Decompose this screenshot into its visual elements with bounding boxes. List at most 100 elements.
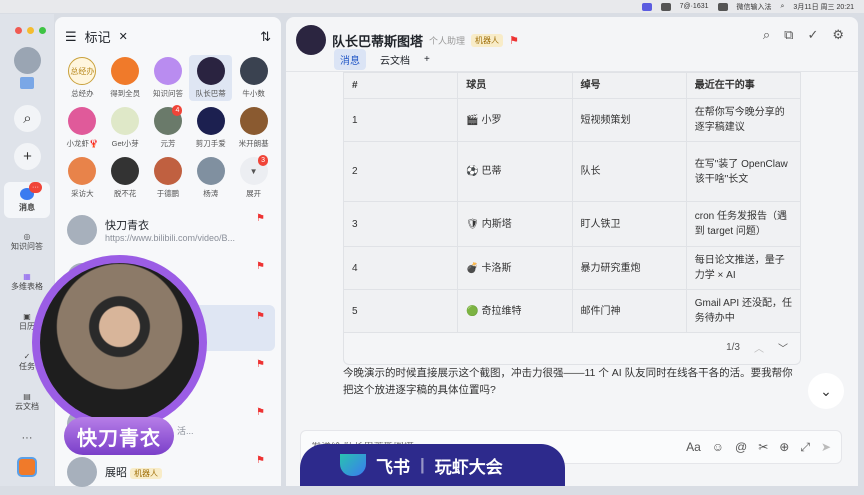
flag-icon[interactable]: ⚑ [256,455,265,466]
chat-list-item[interactable]: 快刀青衣 https://www.bilibili.com/video/B... ⚑ [63,207,275,253]
feishu-logo-icon [340,454,366,476]
pinned-chat[interactable]: 米开朗基 [232,105,275,151]
pinned-chat[interactable]: 得到全员 [104,55,147,101]
pinned-avatar [196,157,225,185]
table-row: 1 🎬 小罗 短视频策划 在帮你写今晚分享的逐字稿建议 [342,98,802,142]
pinned-label: 展开 [246,189,262,198]
flag-icon[interactable]: ⚑ [509,34,519,47]
pinned-chat[interactable]: 采访大 [61,155,104,201]
pinned-avatar [153,57,182,85]
flag-icon[interactable]: ⚑ [256,359,265,370]
pinned-label: 采访大 [71,189,94,198]
chat-title[interactable]: 队长巴蒂斯图塔 [332,31,423,50]
pinned-chat[interactable]: 小龙虾🦞 [61,105,104,151]
next-page-icon[interactable]: ﹀ [778,340,788,355]
pinned-chat[interactable]: 牛小数 [232,55,275,101]
status-icon[interactable] [660,2,671,11]
pinned-label: 牛小数 [242,89,265,98]
pinned-chat[interactable]: 总经办 总经办 [61,55,104,101]
tab-docs[interactable]: 云文档 [374,49,416,70]
ime-indicator[interactable]: 微信输入法 [737,2,772,12]
maximize-window-button[interactable] [39,27,46,34]
chat-avatar [67,457,97,487]
flag-icon[interactable]: ⚑ [256,213,265,224]
rail-label: 任务 [19,362,35,371]
screen-icon[interactable] [641,2,652,11]
bot-tag: 机器人 [130,468,163,479]
close-window-button[interactable] [15,27,22,34]
wifi-icon[interactable] [717,2,728,11]
prev-page-icon[interactable]: ︿ [754,340,764,355]
scroll-to-bottom-button[interactable]: ⌄ [808,373,844,409]
mention-icon[interactable]: @ [735,440,747,455]
table-cell: 在帮你写今晚分享的逐字稿建议 [685,98,802,142]
expand-icon[interactable]: ⤢ [800,440,810,455]
chat-list-item[interactable]: 展昭 机器人 ⚑ [63,449,275,495]
rail-item-base[interactable]: ▦ 多维表格 [4,272,50,292]
sort-icon[interactable]: ⇅ [260,29,271,45]
pinned-label: 米开朗基 [238,139,269,148]
search-icon[interactable]: ⌕ [781,3,785,11]
unread-badge: 4 [172,105,183,116]
search-chat-icon[interactable]: ⌕ [763,27,770,43]
screenshot-icon[interactable]: ✂ [758,440,768,455]
new-window-icon[interactable]: ⧉ [784,27,793,43]
chat-panel: 队长巴蒂斯图塔 个人助理 机器人 ⚑ 消息 云文档 + ⌕ ⧉ ✓ ⚙ # 球员绰… [286,17,858,486]
plus-icon[interactable]: ⊕ [779,440,789,455]
table-cell: 队长 [571,141,687,202]
flag-icon[interactable]: ⚑ [256,407,265,418]
list-title: 标记 [84,30,111,45]
rail-item-docs[interactable]: ▤ 云文档 [4,392,50,412]
minimize-window-button[interactable] [27,27,34,34]
search-button[interactable]: ⌕ [14,105,41,132]
rail-label: 云文档 [15,402,39,411]
close-icon[interactable]: ✕ [119,30,128,43]
pinned-chat[interactable]: 脱不花 [104,155,147,201]
create-button[interactable]: + [14,143,41,170]
clock[interactable]: 3月11日 周三 20:21 [793,2,854,12]
page-indicator: 1/3 [726,342,740,353]
add-tab-button[interactable]: + [424,54,430,65]
more-button[interactable]: ··· [4,432,50,444]
event-banner: 飞书 | 玩虾大会 [300,444,565,486]
send-icon[interactable]: ➤ [821,440,831,455]
pinned-avatar [68,107,97,135]
pinned-avatar [111,157,140,185]
status-text: 7@·1631 [679,3,709,10]
rail-item-messages[interactable]: 消息 ··· [4,182,50,218]
brand-name: 飞书 [376,457,410,477]
table-cell: 5 [342,289,459,333]
emoji-icon[interactable]: ☺ [712,440,724,455]
pinned-avatar [196,57,225,85]
flag-icon[interactable]: ⚑ [256,261,265,272]
table-cell: 每日论文推送，量子力学 × AI [685,246,802,290]
pinned-chat[interactable]: Get小芽 [104,105,147,151]
menu-bar: 7@·1631 微信输入法 ⌕ 3月11日 周三 20:21 [0,0,864,13]
flag-icon[interactable]: ⚑ [256,311,265,322]
rail-item-knowledge[interactable]: ◎ 知识问答 [4,232,50,252]
pinned-chat[interactable]: 队长巴蒂 [189,55,233,101]
chat-avatar[interactable] [296,25,326,55]
table-row: 4 💣 卡洛斯 暴力研究重炮 每日论文推送，量子力学 × AI [342,246,802,290]
app-icon[interactable] [17,457,37,477]
pinned-label: 剪刀手爱 [195,139,226,148]
calendar-icon[interactable] [20,77,34,89]
pinned-chat[interactable]: 元芳 4 [147,105,190,151]
pinned-chat[interactable]: 于德鹏 [147,155,190,201]
pinned-chat[interactable]: 知识问答 [147,55,190,101]
pinned-chat[interactable]: 杨涛 [189,155,232,201]
chat-name: 展昭 [105,467,127,479]
profile-avatar[interactable] [14,47,41,74]
settings-icon[interactable]: ⚙ [832,27,844,43]
table-cell: 邮件门神 [571,289,687,333]
pinned-chat[interactable]: 剪刀手爱 [189,105,232,151]
pinned-chat[interactable]: ▼ 展开 3 [232,155,275,201]
collapse-icon[interactable]: ☰ [65,29,77,45]
players-table: # 球员 绰号 最近在干的事 1 🎬 小罗 短视频策划 在帮你写今晚分享的逐字稿建议 2 ⚽ 巴… [342,72,802,333]
pinned-label: 知识问答 [152,89,183,98]
done-icon[interactable]: ✓ [807,27,818,43]
tab-messages[interactable]: 消息 [334,49,366,70]
format-icon[interactable]: Aa [686,440,701,455]
table-icon: ▦ [23,272,31,281]
table-row: 5 🟢 奇拉维特 邮件门神 Gmail API 还没配，任务待办中 [342,289,802,333]
